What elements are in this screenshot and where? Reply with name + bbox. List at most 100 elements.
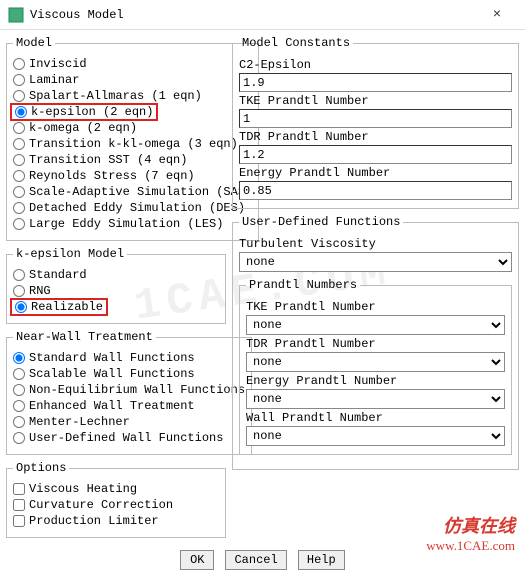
model-item[interactable]: Large Eddy Simulation (LES) xyxy=(13,216,252,232)
near-wall-item[interactable]: Menter-Lechner xyxy=(13,414,245,430)
constant-input[interactable] xyxy=(239,109,512,128)
model-item[interactable]: k-epsilon (2 eqn) xyxy=(13,104,252,120)
constant-label: TDR Prandtl Number xyxy=(239,130,512,144)
model-legend: Model xyxy=(13,36,55,50)
prandtl-label: Wall Prandtl Number xyxy=(246,411,505,425)
model-radio[interactable] xyxy=(13,58,25,70)
model-group: Model Inviscid Laminar Spalart-Allmaras (1… xyxy=(6,36,259,241)
near-wall-item[interactable]: Non-Equilibrium Wall Functions xyxy=(13,382,245,398)
near-wall-item[interactable]: User-Defined Wall Functions xyxy=(13,430,245,446)
model-radio[interactable] xyxy=(15,106,27,118)
constant-input[interactable] xyxy=(239,181,512,200)
options-label: Viscous Heating xyxy=(29,482,137,496)
model-radio[interactable] xyxy=(13,186,25,198)
model-item[interactable]: Detached Eddy Simulation (DES) xyxy=(13,200,252,216)
options-group: Options Viscous HeatingCurvature Correct… xyxy=(6,461,226,538)
constant-label: C2-Epsilon xyxy=(239,58,512,72)
model-radio[interactable] xyxy=(13,170,25,182)
near-wall-radio[interactable] xyxy=(13,352,25,364)
titlebar: Viscous Model × xyxy=(0,0,525,30)
options-checkbox[interactable] xyxy=(13,515,25,527)
constant-label: TKE Prandtl Number xyxy=(239,94,512,108)
model-radio[interactable] xyxy=(13,90,25,102)
prandtl-combo[interactable]: none xyxy=(246,426,505,446)
near-wall-radio[interactable] xyxy=(13,416,25,428)
model-radio[interactable] xyxy=(13,138,25,150)
app-icon xyxy=(8,7,24,23)
ke-model-label: Realizable xyxy=(31,300,103,314)
options-item[interactable]: Curvature Correction xyxy=(13,497,219,513)
near-wall-item[interactable]: Scalable Wall Functions xyxy=(13,366,245,382)
model-constants-group: Model Constants C2-Epsilon TKE Prandtl Nu… xyxy=(232,36,519,209)
window-title: Viscous Model xyxy=(30,8,477,22)
udf-group: User-Defined Functions Turbulent Viscosi… xyxy=(232,215,519,470)
near-wall-label: Standard Wall Functions xyxy=(29,351,195,365)
ok-button[interactable]: OK xyxy=(180,550,214,570)
near-wall-label: Enhanced Wall Treatment xyxy=(29,399,195,413)
near-wall-radio[interactable] xyxy=(13,432,25,444)
model-label: k-omega (2 eqn) xyxy=(29,121,137,135)
model-item[interactable]: k-omega (2 eqn) xyxy=(13,120,252,136)
prandtl-label: TKE Prandtl Number xyxy=(246,300,505,314)
options-checkbox[interactable] xyxy=(13,499,25,511)
model-label: Large Eddy Simulation (LES) xyxy=(29,217,223,231)
model-item[interactable]: Laminar xyxy=(13,72,252,88)
near-wall-radio[interactable] xyxy=(13,384,25,396)
prandtl-combo[interactable]: none xyxy=(246,352,505,372)
model-label: Reynolds Stress (7 eqn) xyxy=(29,169,195,183)
ke-model-legend: k-epsilon Model xyxy=(13,247,127,261)
ke-model-item[interactable]: RNG xyxy=(13,283,219,299)
options-checkbox[interactable] xyxy=(13,483,25,495)
model-label: Laminar xyxy=(29,73,79,87)
options-label: Production Limiter xyxy=(29,514,159,528)
model-item[interactable]: Inviscid xyxy=(13,56,252,72)
options-label: Curvature Correction xyxy=(29,498,173,512)
model-item[interactable]: Spalart-Allmaras (1 eqn) xyxy=(13,88,252,104)
prandtl-label: TDR Prandtl Number xyxy=(246,337,505,351)
model-item[interactable]: Transition k-kl-omega (3 eqn) xyxy=(13,136,252,152)
prandtl-legend: Prandtl Numbers xyxy=(246,278,360,292)
model-radio[interactable] xyxy=(13,218,25,230)
model-label: Spalart-Allmaras (1 eqn) xyxy=(29,89,202,103)
model-label: Transition SST (4 eqn) xyxy=(29,153,187,167)
ke-model-radio[interactable] xyxy=(15,301,27,313)
constant-input[interactable] xyxy=(239,73,512,92)
prandtl-group: Prandtl Numbers TKE Prandtl NumbernoneTD… xyxy=(239,278,512,455)
help-button[interactable]: Help xyxy=(298,550,345,570)
model-item[interactable]: Reynolds Stress (7 eqn) xyxy=(13,168,252,184)
turb-visc-label: Turbulent Viscosity xyxy=(239,237,512,251)
model-label: Transition k-kl-omega (3 eqn) xyxy=(29,137,238,151)
model-item[interactable]: Scale-Adaptive Simulation (SAS) xyxy=(13,184,252,200)
dialog-buttons: OK Cancel Help xyxy=(0,544,525,572)
model-constants-legend: Model Constants xyxy=(239,36,353,50)
model-radio[interactable] xyxy=(13,122,25,134)
model-label: Scale-Adaptive Simulation (SAS) xyxy=(29,185,252,199)
close-button[interactable]: × xyxy=(477,7,517,23)
model-label: k-epsilon (2 eqn) xyxy=(31,105,153,119)
near-wall-radio[interactable] xyxy=(13,400,25,412)
ke-model-group: k-epsilon Model StandardRNGRealizable xyxy=(6,247,226,324)
near-wall-label: Scalable Wall Functions xyxy=(29,367,195,381)
model-item[interactable]: Transition SST (4 eqn) xyxy=(13,152,252,168)
near-wall-radio[interactable] xyxy=(13,368,25,380)
near-wall-item[interactable]: Enhanced Wall Treatment xyxy=(13,398,245,414)
cancel-button[interactable]: Cancel xyxy=(225,550,286,570)
ke-model-label: Standard xyxy=(29,268,87,282)
model-radio[interactable] xyxy=(13,74,25,86)
options-item[interactable]: Production Limiter xyxy=(13,513,219,529)
ke-model-radio[interactable] xyxy=(13,285,25,297)
model-label: Inviscid xyxy=(29,57,87,71)
near-wall-label: Non-Equilibrium Wall Functions xyxy=(29,383,245,397)
options-item[interactable]: Viscous Heating xyxy=(13,481,219,497)
near-wall-label: User-Defined Wall Functions xyxy=(29,431,223,445)
turb-visc-combo[interactable]: none xyxy=(239,252,512,272)
model-radio[interactable] xyxy=(13,154,25,166)
ke-model-radio[interactable] xyxy=(13,269,25,281)
prandtl-combo[interactable]: none xyxy=(246,389,505,409)
ke-model-item[interactable]: Standard xyxy=(13,267,219,283)
constant-input[interactable] xyxy=(239,145,512,164)
prandtl-combo[interactable]: none xyxy=(246,315,505,335)
model-radio[interactable] xyxy=(13,202,25,214)
near-wall-item[interactable]: Standard Wall Functions xyxy=(13,350,245,366)
ke-model-item[interactable]: Realizable xyxy=(13,299,219,315)
